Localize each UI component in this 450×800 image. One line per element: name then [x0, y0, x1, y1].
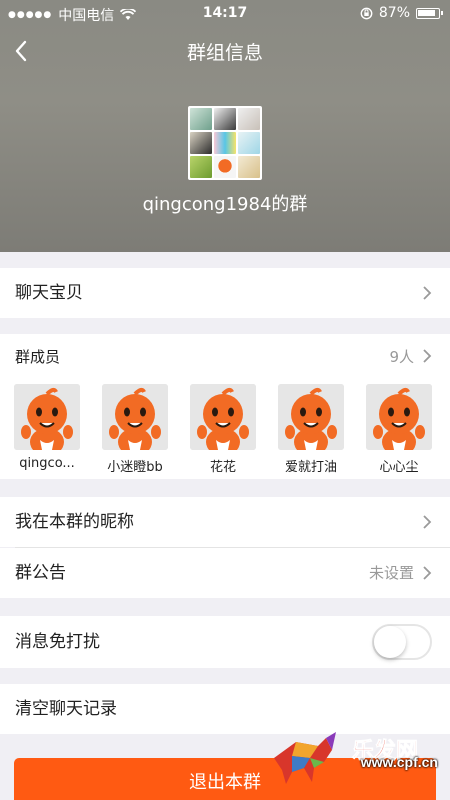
avatar [102, 384, 168, 450]
member-item[interactable]: 花花 [190, 384, 256, 475]
avatar [366, 384, 432, 450]
chevron-right-icon[interactable] [422, 348, 432, 364]
member-item[interactable]: 心心尘 [366, 384, 432, 475]
member-name: 小迷瞪bb [107, 460, 163, 475]
group-avatar-tile [238, 108, 260, 130]
nickname-row[interactable]: 我在本群的昵称 [0, 497, 450, 547]
group-avatar[interactable] [188, 106, 262, 180]
clear-history-label: 清空聊天记录 [15, 699, 117, 719]
chevron-right-icon [423, 515, 432, 529]
status-right: 87% [360, 5, 443, 21]
group-avatar-tile [214, 156, 236, 178]
mascot-icon [278, 384, 344, 450]
chevron-right-icon [423, 566, 432, 580]
mascot-icon [14, 384, 80, 450]
chevron-right-icon [423, 286, 432, 300]
battery-icon [416, 7, 443, 19]
group-avatar-tile [238, 132, 260, 154]
avatar [278, 384, 344, 450]
rotation-lock-icon [360, 7, 373, 19]
member-name: qingco... [19, 456, 75, 471]
status-bar: ●●●●● 中国电信 14:17 87% [0, 0, 450, 26]
group-avatar-tile [190, 108, 212, 130]
member-name: 爱就打油 [284, 460, 337, 475]
chat-treasure-row[interactable]: 聊天宝贝 [0, 268, 450, 318]
group-avatar-tile [214, 132, 236, 154]
mute-label: 消息免打扰 [15, 632, 100, 652]
member-name: 花花 [209, 460, 236, 475]
announcement-label: 群公告 [15, 563, 66, 583]
mascot-icon [190, 384, 256, 450]
member-item[interactable]: qingco... [14, 384, 80, 471]
battery-percent: 87% [378, 5, 410, 21]
members-section: 群成员 9人 qingco... 小迷瞪bb 花花 爱就打油 心心尘 [0, 334, 450, 479]
group-avatar-tile [214, 108, 236, 130]
group-avatar-tile [190, 132, 212, 154]
mute-toggle[interactable] [372, 624, 432, 660]
group-header: ●●●●● 中国电信 14:17 87% 群组信息 qingcong1984的群 [0, 0, 450, 252]
member-name: 心心尘 [379, 460, 419, 475]
chat-treasure-label: 聊天宝贝 [15, 283, 83, 303]
member-item[interactable]: 小迷瞪bb [102, 384, 168, 475]
members-count[interactable]: 9人 [389, 346, 414, 367]
avatar [190, 384, 256, 450]
group-avatar-tile [238, 156, 260, 178]
exit-group-button[interactable]: 退出本群 [14, 758, 436, 800]
announcement-value: 未设置 [368, 564, 414, 582]
page-title: 群组信息 [186, 42, 263, 64]
group-avatar-tile [190, 156, 212, 178]
nickname-label: 我在本群的昵称 [15, 512, 134, 532]
mute-row: 消息免打扰 [0, 616, 450, 668]
member-item[interactable]: 爱就打油 [278, 384, 344, 475]
announcement-row[interactable]: 群公告 未设置 [0, 548, 450, 598]
clear-history-row[interactable]: 清空聊天记录 [0, 684, 450, 734]
group-name: qingcong1984的群 [142, 194, 308, 215]
mascot-icon [366, 384, 432, 450]
mascot-icon [102, 384, 168, 450]
avatar [14, 384, 80, 450]
members-title: 群成员 [15, 348, 61, 366]
toggle-knob [374, 626, 406, 658]
